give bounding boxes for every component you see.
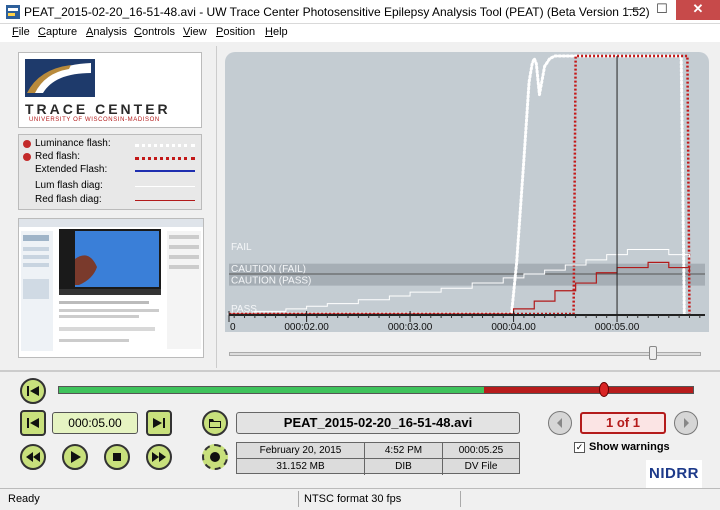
info-date: February 20, 2015 xyxy=(237,443,365,459)
video-format-status: NTSC format 30 fps xyxy=(304,493,402,505)
rewind-icon xyxy=(26,452,40,462)
chart-legend: Luminance flash: Red flash: Extended Fla… xyxy=(18,134,202,210)
close-button[interactable]: ✕ xyxy=(676,0,720,20)
chevron-left-icon xyxy=(557,418,562,428)
legend-luminance-flash: Luminance flash: xyxy=(23,138,199,151)
chevron-right-icon xyxy=(684,418,689,428)
menu-bar: File Capture Analysis Controls View Posi… xyxy=(0,24,720,42)
play-icon xyxy=(71,451,81,463)
progress-handle[interactable] xyxy=(599,382,610,397)
info-format: DIB xyxy=(365,459,443,475)
legend-extended-flash: Extended Flash: xyxy=(23,164,199,177)
stop-icon xyxy=(113,453,121,461)
x-tick-label: 000:03.00 xyxy=(388,322,433,333)
chart-bottom-strip xyxy=(225,332,709,342)
menu-position[interactable]: Position xyxy=(216,26,255,38)
video-thumbnail xyxy=(18,218,204,358)
flash-analysis-chart: FAIL CAUTION (FAIL) CAUTION (PASS) PASS 0 00… xyxy=(216,46,714,368)
nidrr-logo: NIDRR xyxy=(646,460,702,488)
menu-capture[interactable]: Capture xyxy=(38,26,77,38)
chart-canvas: FAILCAUTION (FAIL)CAUTION (PASS)PASS 0 00… xyxy=(225,52,709,342)
logo-title: TRACE CENTER xyxy=(25,101,171,117)
jump-to-start-button[interactable] xyxy=(20,378,46,404)
x-tick-label: 000:05.00 xyxy=(595,322,640,333)
record-icon xyxy=(210,452,220,462)
stop-button[interactable] xyxy=(104,444,130,470)
progress-played xyxy=(59,387,484,393)
legend-red-flash-diag: Red flash diag: xyxy=(23,194,199,207)
band-label: CAUTION (PASS) xyxy=(231,276,311,287)
menu-file[interactable]: File xyxy=(12,26,30,38)
legend-red-flash: Red flash: xyxy=(23,151,199,164)
left-panel: TRACE CENTER UNIVERSITY OF WISCONSIN-MAD… xyxy=(6,46,210,366)
file-name-display: PEAT_2015-02-20_16-51-48.avi xyxy=(236,412,520,434)
warning-page-indicator: 1 of 1 xyxy=(580,412,666,434)
maximize-button[interactable]: ☐ xyxy=(648,0,676,20)
app-icon xyxy=(6,5,20,19)
open-file-button[interactable] xyxy=(202,410,228,436)
minimize-button[interactable]: — xyxy=(620,0,648,20)
skip-start-icon xyxy=(27,418,39,428)
previous-warning-button[interactable] xyxy=(548,411,572,435)
legend-marker-icon xyxy=(23,140,31,148)
timeline-scroll-thumb[interactable] xyxy=(649,346,657,360)
skip-to-start-button[interactable] xyxy=(20,410,46,436)
next-warning-button[interactable] xyxy=(674,411,698,435)
jump-start-icon xyxy=(27,386,39,396)
info-source: DV File xyxy=(464,461,498,472)
window-title: PEAT_2015-02-20_16-51-48.avi - UW Trace … xyxy=(24,5,650,19)
video-frame-preview xyxy=(19,219,203,357)
folder-icon xyxy=(209,419,221,428)
legend-marker-icon xyxy=(23,153,31,161)
play-button[interactable] xyxy=(62,444,88,470)
file-info-table: February 20, 2015 4:52 PM 000:05.25 31.1… xyxy=(236,442,520,475)
chart-background xyxy=(225,52,709,342)
fast-forward-icon xyxy=(152,452,166,462)
status-text: Ready xyxy=(8,493,40,505)
band-label: FAIL xyxy=(231,242,252,253)
record-button[interactable] xyxy=(202,444,228,470)
show-warnings-checkbox[interactable]: ✓ xyxy=(574,442,585,453)
fast-forward-button[interactable] xyxy=(146,444,172,470)
info-size: 31.152 MB xyxy=(237,459,365,475)
band-label: CAUTION (FAIL) xyxy=(231,264,306,275)
progress-remaining xyxy=(483,387,693,393)
skip-end-icon xyxy=(153,418,165,428)
title-bar: PEAT_2015-02-20_16-51-48.avi - UW Trace … xyxy=(0,0,720,24)
menu-analysis[interactable]: Analysis xyxy=(86,26,127,38)
rewind-button[interactable] xyxy=(20,444,46,470)
timeline-scroll-track[interactable] xyxy=(229,352,701,356)
playback-progress-bar[interactable] xyxy=(58,382,694,397)
info-time-of-day: 4:52 PM xyxy=(365,443,443,459)
menu-view[interactable]: View xyxy=(183,26,207,38)
x-tick-label: 000:04.00 xyxy=(491,322,536,333)
trace-center-emblem xyxy=(25,59,95,97)
menu-help[interactable]: Help xyxy=(265,26,288,38)
x-tick-label: 0 xyxy=(230,322,236,333)
show-warnings-label: Show warnings xyxy=(589,441,670,453)
x-tick-label: 000:02.00 xyxy=(284,322,329,333)
legend-lum-flash-diag: Lum flash diag: xyxy=(23,180,199,193)
menu-controls[interactable]: Controls xyxy=(134,26,175,38)
playback-controls: 000:05.00 PEAT_2015-02-20_16-51-48.avi F… xyxy=(0,372,720,488)
show-warnings-option[interactable]: ✓ Show warnings xyxy=(574,440,704,456)
skip-to-end-button[interactable] xyxy=(146,410,172,436)
logo-subtitle: UNIVERSITY OF WISCONSIN-MADISON xyxy=(29,117,160,123)
status-bar: Ready NTSC format 30 fps xyxy=(0,488,720,510)
info-duration: 000:05.25 xyxy=(443,443,519,459)
trace-center-logo: TRACE CENTER UNIVERSITY OF WISCONSIN-MAD… xyxy=(18,52,202,128)
current-time-display: 000:05.00 xyxy=(52,412,138,434)
